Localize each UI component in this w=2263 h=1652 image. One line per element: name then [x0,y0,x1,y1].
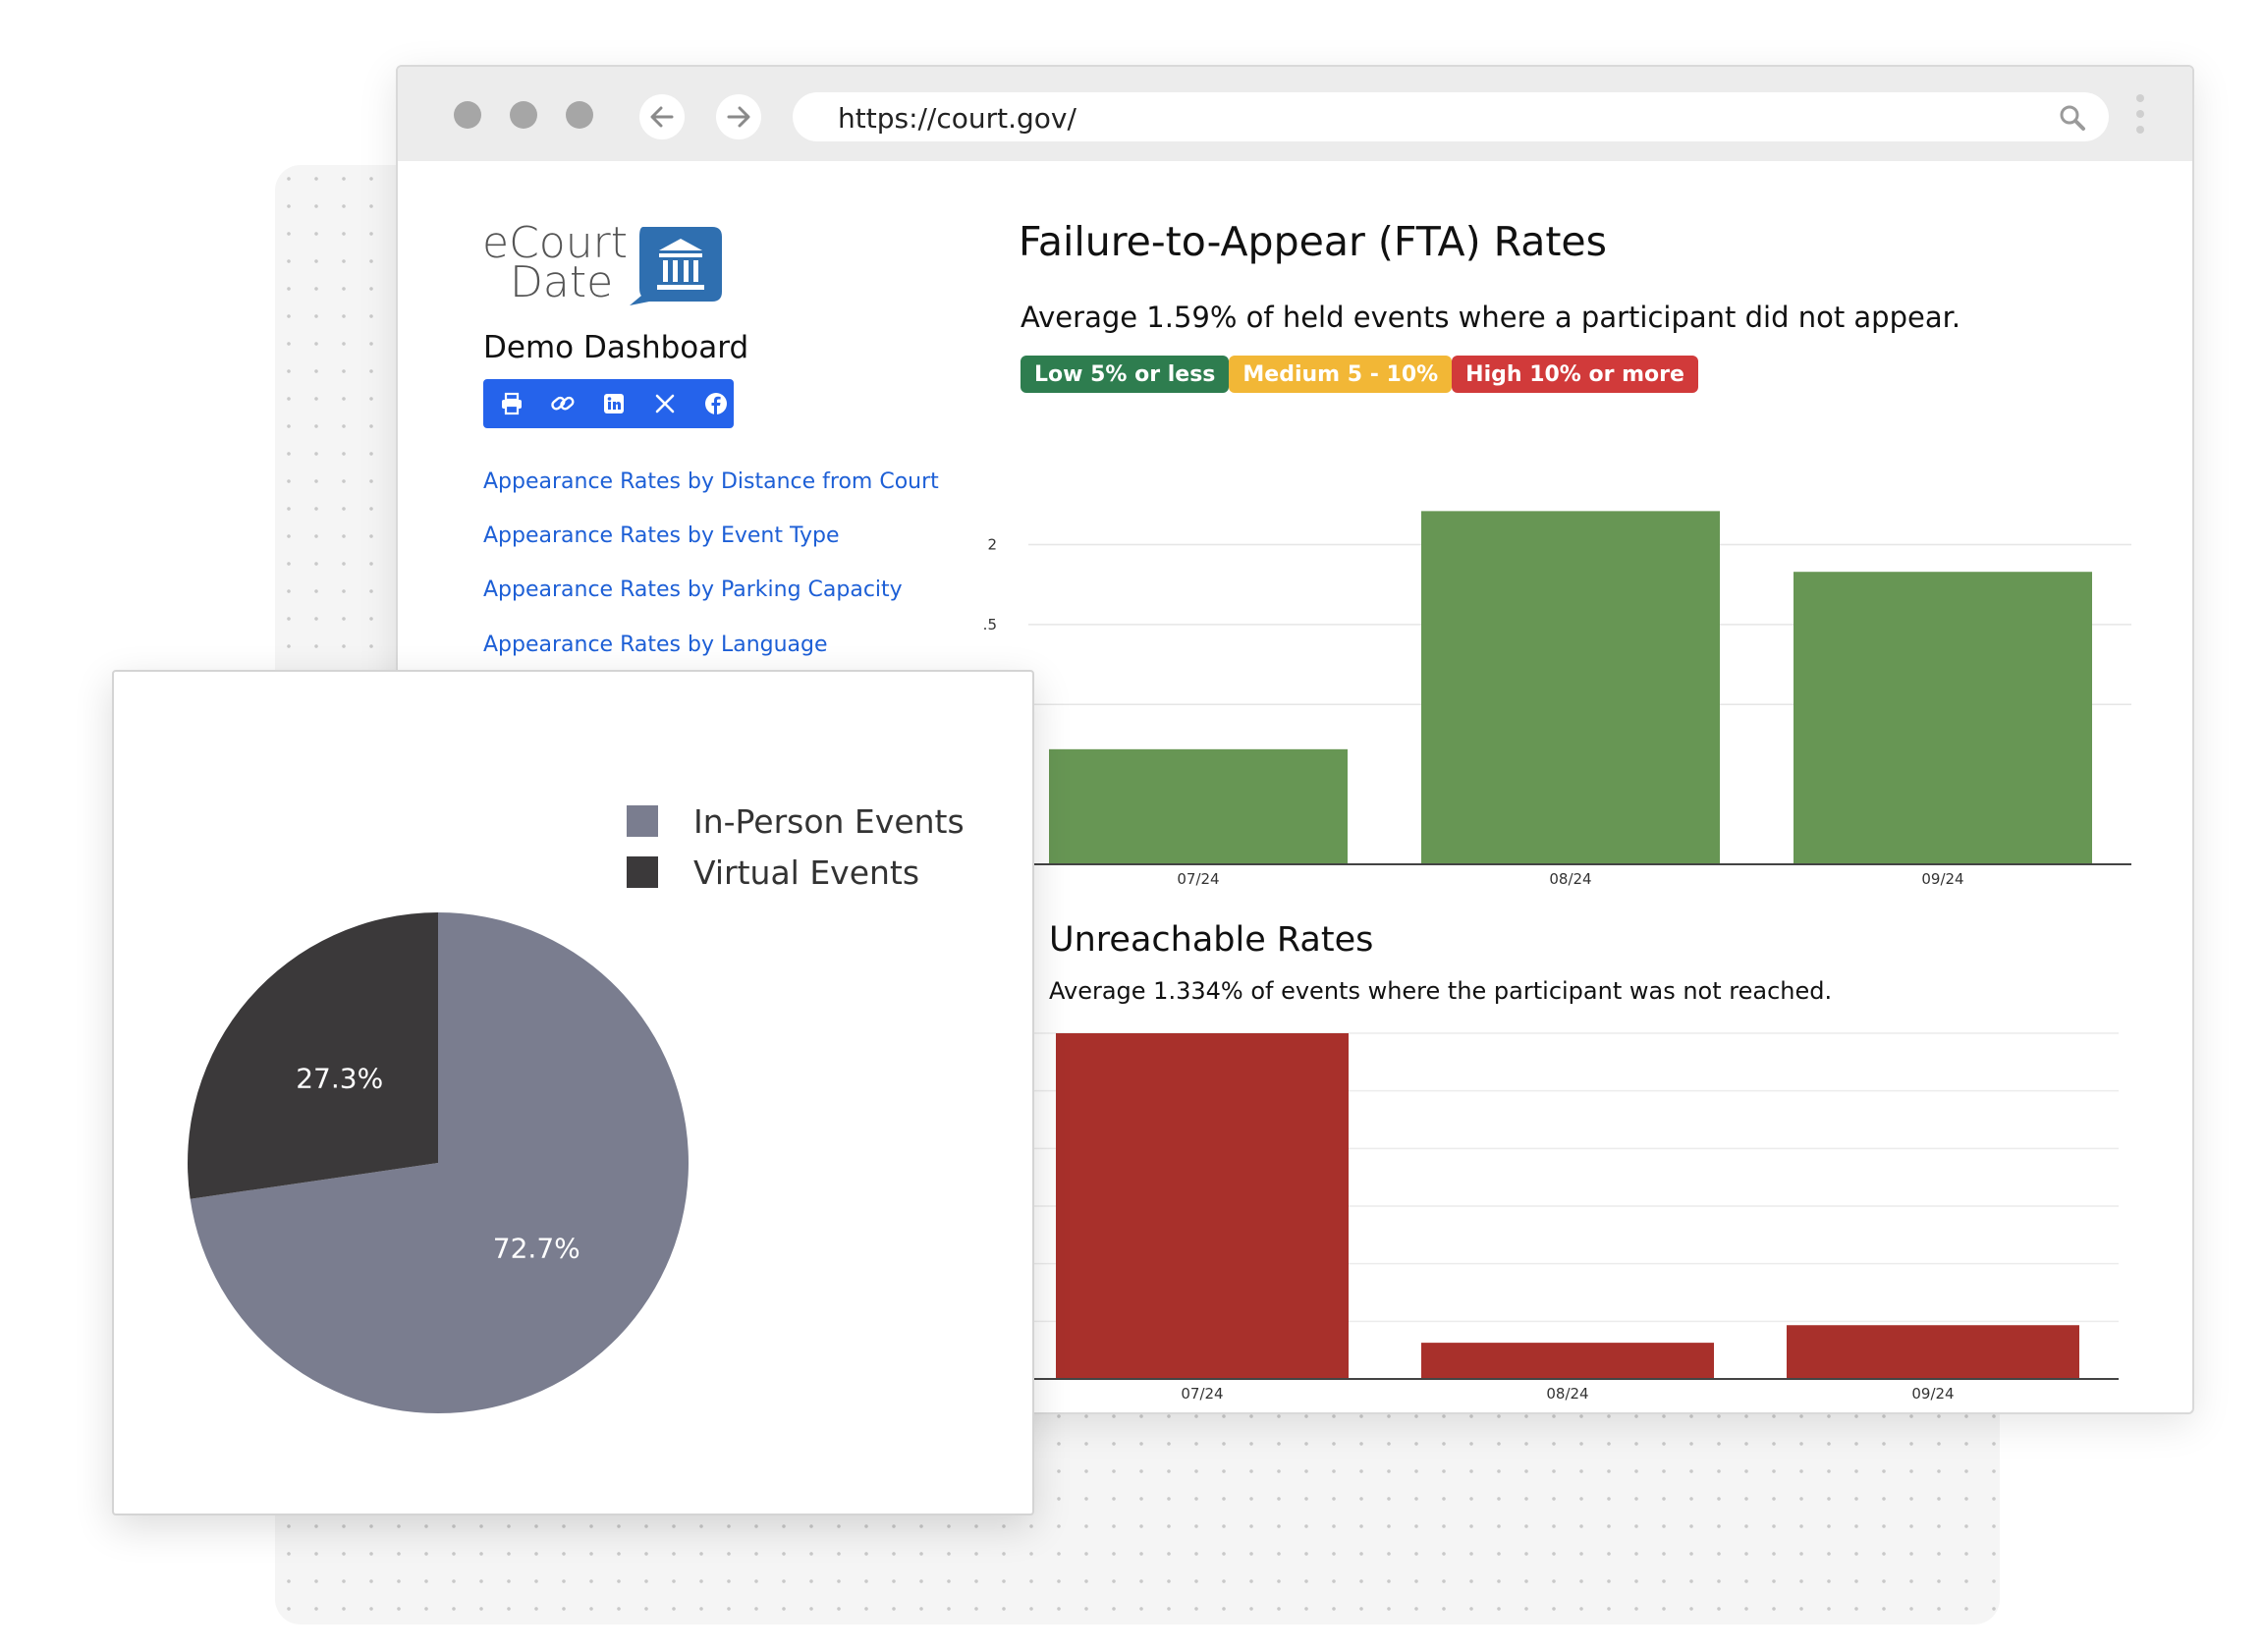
link-icon [551,396,575,411]
pie-slice-virtual[interactable] [188,912,438,1199]
link-event-type[interactable]: Appearance Rates by Event Type [483,523,840,548]
forward-button[interactable] [716,94,761,139]
legend-high-badge: High 10% or more [1452,356,1698,393]
legend-label-virtual: Virtual Events [693,853,920,892]
legend-low-badge: Low 5% or less [1021,356,1230,393]
x-icon [655,394,675,413]
arrow-right-icon [727,106,750,128]
facebook-button[interactable] [701,389,731,418]
x-share-button[interactable] [650,389,680,418]
pie-label-virtual: 27.3% [296,1062,383,1094]
print-icon [502,392,522,415]
dashboard-title: Demo Dashboard [483,330,749,365]
unreachable-bar-chart: 07/24 08/24 09/24 [1028,1032,2119,1403]
link-distance-from-court[interactable]: Appearance Rates by Distance from Court [483,469,939,494]
browser-titlebar: https://court.gov/ [398,67,2192,161]
fta-rate-legend: Low 5% or less Medium 5 - 10% High 10% o… [1021,356,1698,393]
x-tick-label: 09/24 [1911,1385,1954,1403]
x-tick-label: 07/24 [1181,1385,1223,1403]
legend-swatch-in-person [627,805,658,837]
print-button[interactable] [497,389,526,418]
link-language[interactable]: Appearance Rates by Language [483,633,828,657]
x-tick-label: 08/24 [1549,870,1591,888]
arrow-left-icon [650,106,674,128]
bar[interactable] [1421,1343,1714,1379]
fta-bar-chart: 11.5207/2408/2409/24 [982,511,2131,888]
bar[interactable] [1421,511,1720,864]
copy-link-button[interactable] [548,389,578,418]
address-bar[interactable]: https://court.gov/ [793,92,2109,141]
ecourtdate-logo: eCourt Date [482,222,757,322]
search-icon[interactable] [2058,103,2087,133]
linkedin-icon [604,394,624,413]
x-tick-label: 07/24 [1177,870,1219,888]
share-toolbar [483,379,734,428]
legend-item-virtual: Virtual Events [627,847,965,898]
browser-menu-icon[interactable] [2136,94,2144,143]
legend-item-in-person: In-Person Events [627,796,965,847]
x-tick-label: 08/24 [1546,1385,1588,1403]
fta-average-text: Average 1.59% of held events where a par… [1021,301,1961,334]
pie-label-in-person: 72.7% [493,1233,580,1265]
event-type-pie-card: In-Person Events Virtual Events 72.7% 27.… [112,670,1034,1515]
logo-line2: Date [510,257,614,307]
bar[interactable] [1056,1033,1349,1379]
back-button[interactable] [639,94,685,139]
bar[interactable] [1049,748,1348,864]
fta-title: Failure-to-Appear (FTA) Rates [1019,218,1608,265]
event-type-pie-chart: 72.7% 27.3% [188,912,690,1413]
minimize-window-dot[interactable] [510,101,537,129]
logo-wordmark: eCourt Date [482,222,628,307]
facebook-icon [705,393,727,414]
y-tick-label: 1.5 [982,616,997,633]
link-parking-capacity[interactable]: Appearance Rates by Parking Capacity [483,578,903,602]
close-window-dot[interactable] [454,101,481,129]
bar[interactable] [1787,1325,2079,1379]
maximize-window-dot[interactable] [566,101,593,129]
courthouse-icon [630,227,722,305]
linkedin-button[interactable] [599,389,629,418]
unreachable-average-text: Average 1.334% of events where the parti… [1049,977,1833,1005]
url-text: https://court.gov/ [838,102,1076,135]
legend-medium-badge: Medium 5 - 10% [1229,356,1453,393]
legend-label-in-person: In-Person Events [693,801,965,841]
x-tick-label: 09/24 [1921,870,1963,888]
bar[interactable] [1794,572,2092,864]
pie-legend: In-Person Events Virtual Events [627,796,965,898]
y-tick-label: 2 [987,536,997,554]
legend-swatch-virtual [627,856,658,888]
unreachable-title: Unreachable Rates [1049,920,1374,960]
